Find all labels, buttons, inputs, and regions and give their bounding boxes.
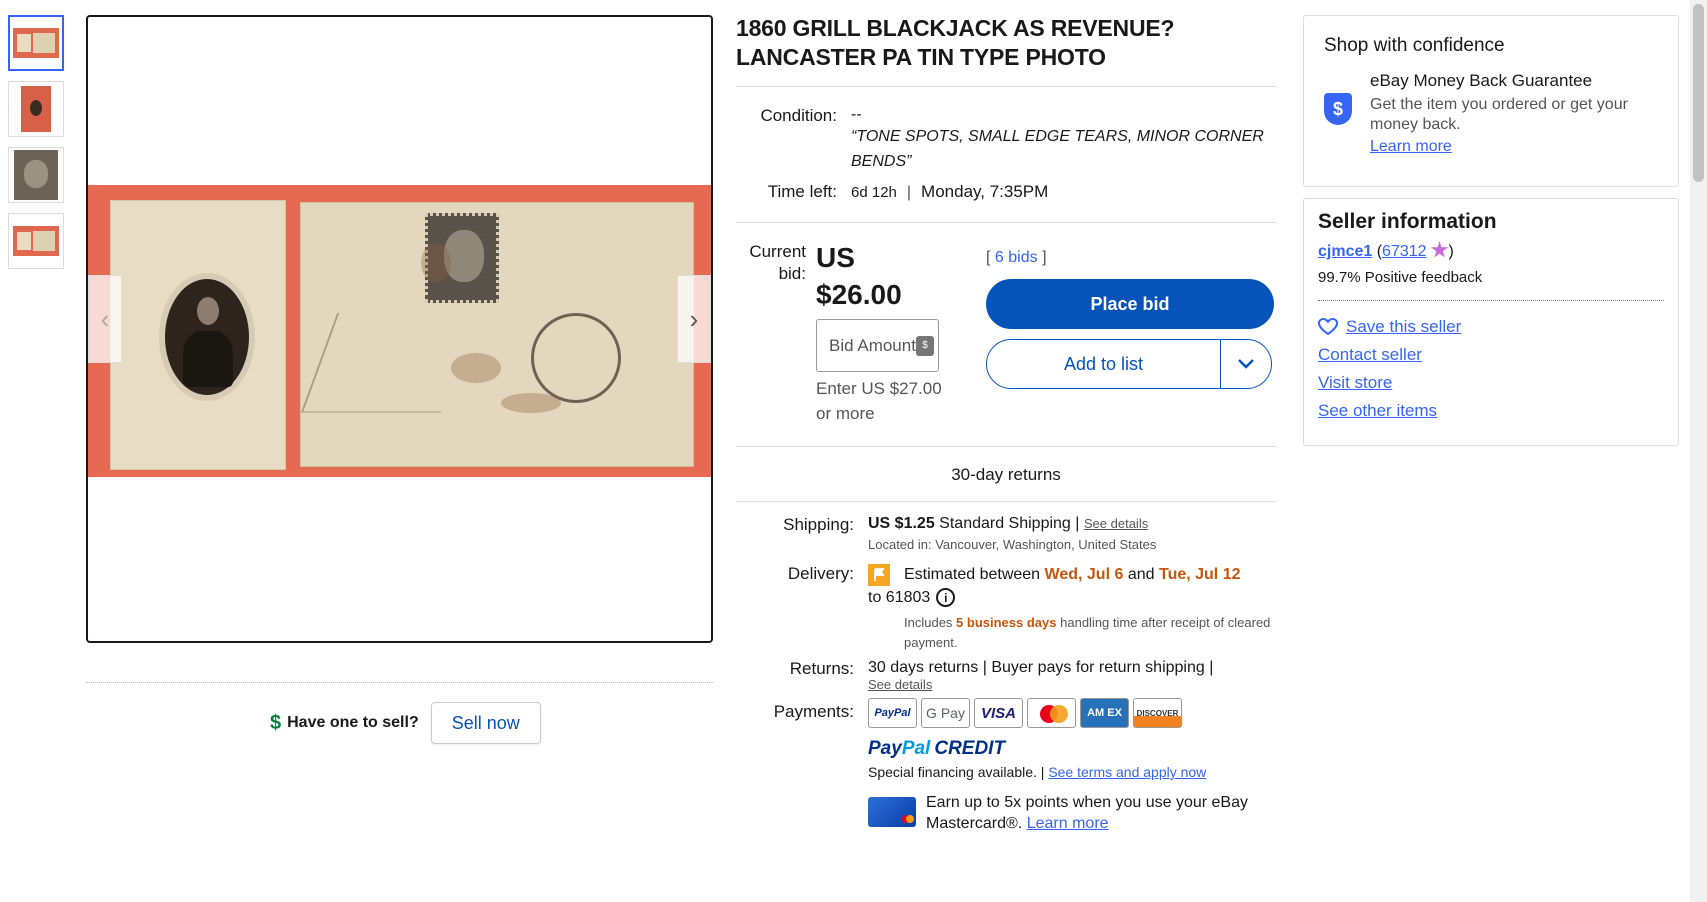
- time-left-row: Time left: 6d 12h | Monday, 7:35PM: [736, 182, 1280, 202]
- paypal-logo: PayPal: [868, 698, 917, 728]
- seller-feedback: 99.7% Positive feedback: [1318, 269, 1483, 286]
- guarantee-title: eBay Money Back Guarantee: [1370, 71, 1593, 90]
- returns-label: Returns:: [789, 659, 854, 678]
- handling-note: Includes 5 business days handling time a…: [904, 615, 1271, 650]
- shipping-label: Shipping:: [783, 515, 854, 534]
- item-photo: [88, 185, 711, 477]
- contact-seller-link[interactable]: Contact seller: [1304, 337, 1678, 365]
- discover-logo: DISCOVER: [1133, 698, 1182, 728]
- seller-score-link[interactable]: 67312: [1382, 243, 1427, 260]
- sell-question: Have one to sell?: [287, 714, 419, 731]
- bid-amount-input[interactable]: Bid Amount $: [816, 319, 939, 372]
- current-bid-label: Current bid:: [749, 242, 806, 283]
- mastercard-learn-more[interactable]: Learn more: [1027, 815, 1109, 832]
- item-details: 1860 GRILL BLACKJACK AS REVENUE? LANCAST…: [736, 14, 1280, 834]
- bids-count: [ 6 bids ]: [986, 249, 1047, 266]
- financing-row: Special financing available. | See terms…: [868, 764, 1207, 780]
- thumbnail-strip: [8, 15, 64, 279]
- condition-label: Condition:: [760, 106, 837, 125]
- time-left-label: Time left:: [767, 182, 837, 201]
- seller-name-row: cjmce1 (67312): [1318, 241, 1454, 260]
- delivery-date-end: Tue, Jul 12: [1158, 566, 1241, 583]
- item-title: 1860 GRILL BLACKJACK AS REVENUE? LANCAST…: [736, 15, 1175, 70]
- shipping-row: Shipping: US $1.25 Standard Shipping | S…: [736, 515, 1280, 552]
- shield-icon: $: [1324, 93, 1352, 125]
- seller-info-box: Seller information cjmce1 (67312) 99.7% …: [1303, 198, 1679, 446]
- info-icon[interactable]: i: [936, 588, 956, 607]
- paypal-credit-logo: PayPal CREDIT: [868, 738, 1006, 759]
- mastercard-logo: [1027, 698, 1076, 728]
- visa-logo: VISA: [974, 698, 1023, 728]
- sell-row: $ Have one to sell? Sell now: [270, 702, 541, 744]
- see-other-items-link[interactable]: See other items: [1304, 393, 1678, 421]
- bids-link[interactable]: 6 bids: [995, 249, 1038, 266]
- google-pay-logo: G Pay: [921, 698, 970, 728]
- time-left-end: Monday, 7:35PM: [921, 182, 1049, 201]
- save-seller-link[interactable]: Save this seller: [1346, 317, 1461, 337]
- main-image-viewer[interactable]: ‹ ›: [86, 15, 713, 643]
- tintype-photo: [110, 200, 286, 470]
- delivery-zip: to 61803: [868, 588, 931, 606]
- shipping-price: US $1.25: [868, 515, 935, 532]
- dollar-icon: $: [270, 711, 282, 734]
- bid-currency: US: [816, 242, 855, 273]
- prev-image-button[interactable]: ‹: [88, 275, 122, 363]
- item-location: Located in: Vancouver, Washington, Unite…: [868, 537, 1157, 552]
- shop-with-confidence-box: Shop with confidence $ eBay Money Back G…: [1303, 15, 1679, 187]
- delivery-label: Delivery:: [787, 564, 854, 583]
- add-to-list-button[interactable]: Add to list: [987, 340, 1221, 388]
- postal-cover: [300, 202, 694, 467]
- confidence-heading: Shop with confidence: [1324, 35, 1505, 56]
- seller-name-link[interactable]: cjmce1: [1318, 243, 1372, 260]
- calculator-icon: $: [916, 336, 934, 356]
- amex-logo: AM EX: [1080, 698, 1129, 728]
- payments-label: Payments:: [773, 702, 854, 721]
- returns-row: Returns: 30 days returns | Buyer pays fo…: [736, 659, 1280, 692]
- place-bid-button[interactable]: Place bid: [986, 279, 1274, 329]
- bid-hint: Enter US $27.00 or more: [816, 379, 942, 423]
- delivery-date-start: Wed, Jul 6: [1044, 566, 1124, 583]
- add-to-list-control: Add to list: [986, 339, 1272, 389]
- divider: [86, 682, 714, 683]
- payment-logos: PayPal G Pay VISA AM EX DISCOVER: [868, 698, 1278, 728]
- mastercard-promo: Earn up to 5x points when you use your e…: [868, 792, 1278, 834]
- delivery-row: Delivery: Estimated between Wed, Jul 6 a…: [736, 564, 1280, 653]
- postmark: [531, 313, 621, 403]
- thumbnail-4[interactable]: [8, 213, 64, 269]
- guarantee-text: Get the item you ordered or get your mon…: [1370, 96, 1628, 133]
- condition-row: Condition: -- “TONE SPOTS, SMALL EDGE TE…: [736, 106, 1280, 174]
- payments-row: Payments: PayPal G Pay VISA AM EX DISCOV…: [736, 698, 1280, 834]
- condition-quote: “TONE SPOTS, SMALL EDGE TEARS, MINOR COR…: [851, 128, 1264, 170]
- returns-text: 30 days returns | Buyer pays for return …: [868, 659, 1214, 676]
- returns-see-details[interactable]: See details: [868, 677, 1278, 692]
- thumbnail-3[interactable]: [8, 147, 64, 203]
- ebay-mastercard-icon: [868, 797, 916, 827]
- bid-amount: $26.00: [816, 279, 902, 310]
- chevron-down-icon[interactable]: [1221, 340, 1271, 388]
- condition-value: --: [851, 106, 862, 123]
- shipping-see-details[interactable]: See details: [1084, 516, 1148, 531]
- bid-section: Current bid: US $26.00 Bid Amount $ Ente…: [736, 241, 1280, 426]
- financing-link[interactable]: See terms and apply now: [1048, 764, 1206, 780]
- returns-banner: 30-day returns: [951, 465, 1061, 484]
- visit-store-link[interactable]: Visit store: [1304, 365, 1678, 393]
- flag-icon: [868, 564, 890, 586]
- scrollbar[interactable]: [1690, 0, 1707, 902]
- thumbnail-2[interactable]: [8, 81, 64, 137]
- shipping-method: Standard Shipping: [939, 515, 1071, 532]
- thumbnail-1[interactable]: [8, 15, 64, 71]
- save-seller-row[interactable]: Save this seller: [1304, 301, 1678, 337]
- guarantee-learn-more[interactable]: Learn more: [1370, 138, 1640, 156]
- sell-now-button[interactable]: Sell now: [430, 702, 541, 744]
- time-left-value: 6d 12h: [851, 184, 897, 201]
- feedback-star-icon: [1430, 241, 1449, 258]
- heart-icon: [1318, 318, 1338, 336]
- seller-heading: Seller information: [1318, 210, 1497, 233]
- next-image-button[interactable]: ›: [677, 275, 711, 363]
